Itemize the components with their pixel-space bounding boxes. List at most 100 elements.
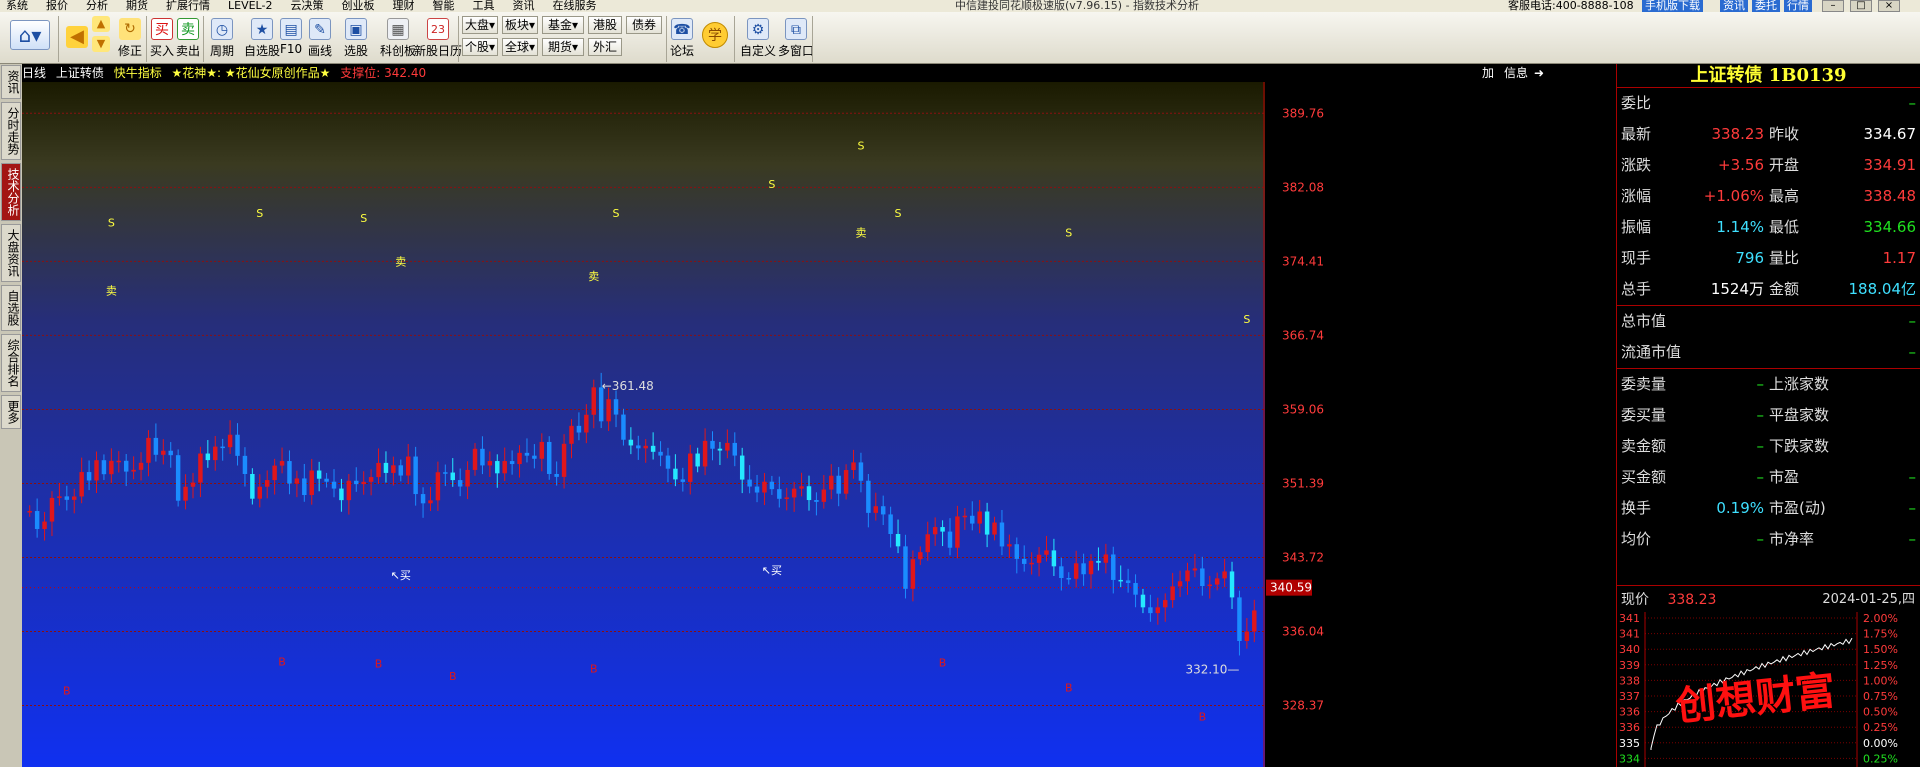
news-button[interactable]: 资讯 [1720,0,1748,12]
tab-news[interactable]: 资讯 [1,65,21,99]
menu-futures[interactable]: 期货 [120,0,160,12]
candle-body [27,511,32,513]
candle-body [1044,550,1049,555]
learn-button[interactable]: 学 [702,22,728,50]
quote-button[interactable]: 行情 [1784,0,1812,12]
quote-value: 1524万 [1710,280,1764,298]
trade-button[interactable]: 委托 [1752,0,1780,12]
draw-line-button[interactable]: ✎ 画线 [308,18,332,59]
menu-analysis[interactable]: 分析 [80,0,120,12]
period-label: 周期 [210,44,235,58]
customize-button[interactable]: ⚙ 自定义 [740,18,776,59]
candle-body [547,441,552,474]
quote-label: 流通市值 [1621,343,1682,361]
sector-button[interactable]: 板块▾ [502,16,538,34]
menu-smart[interactable]: 智能 [426,0,466,12]
candle-body [1081,563,1086,575]
star-market-button[interactable]: ▦ 科创板 [380,18,416,59]
menu-finance[interactable]: 理财 [386,0,426,12]
market-index-button[interactable]: 大盘▾ [462,16,498,34]
candle-body [361,481,366,485]
menu-online-service[interactable]: 在线服务 [546,0,608,12]
tab-ranking[interactable]: 综合排名 [1,334,21,392]
menu-cloud-decision[interactable]: 云决策 [284,0,335,12]
quote-row: 总市值 – [1617,306,1920,337]
tab-market-news[interactable]: 大盘资讯 [1,224,21,282]
refresh-button[interactable]: ↻ 修正 [118,18,142,59]
document-icon: ▤ [280,18,303,40]
quote-value: 338.48 [1863,187,1917,205]
tab-more[interactable]: 更多 [1,395,21,429]
multi-window-button[interactable]: ⧉ 多窗口 [778,18,814,59]
forex-button[interactable]: 外汇 [588,38,622,56]
tab-intraday[interactable]: 分时走势 [1,102,21,160]
close-window-button[interactable]: × [1878,0,1900,12]
individual-stock-button[interactable]: 个股▾ [462,38,498,56]
candlestick-chart[interactable]: SSSSSSSSSS卖卖卖卖↖买↖买BBBBBBBBBBB←361.48332.… [22,82,1550,767]
maximize-button[interactable]: □ [1850,0,1872,12]
candle-body [524,452,530,456]
candle-body [109,460,114,475]
candle-body [747,479,752,487]
candle-body [1148,607,1153,614]
quote-label: 最高 [1769,187,1800,205]
candle-body [509,461,515,465]
home-button[interactable]: ⌂▾ [10,20,50,52]
menu-system[interactable]: 系统 [0,0,40,12]
menu-tools[interactable]: 工具 [466,0,506,12]
candle-body [895,534,901,547]
sell-button[interactable]: 卖 卖出 [176,18,200,59]
stock-screener-button[interactable]: ▣ 选股 [344,18,368,59]
fund-button[interactable]: 基金▾ [542,16,584,34]
f10-button[interactable]: ▤ F10 [280,18,302,56]
candle-body [717,448,723,451]
candle-body [539,441,545,459]
hk-stock-button[interactable]: 港股 [588,16,622,34]
sell-signal-marker: S [1065,226,1072,239]
mini-right-tick: 1.25% [1863,659,1898,672]
candle-body [101,460,107,475]
support-level: 支撑位: 342.40 [340,66,427,80]
candle-body [739,455,745,480]
global-button[interactable]: 全球▾ [502,38,538,56]
sell-signal-marker: 卖 [855,226,866,239]
sell-signal-marker: S [256,207,263,220]
ipo-calendar-button[interactable]: 23 新股日历 [414,18,462,59]
candle-body [628,439,634,446]
back-button[interactable]: ◀ [66,26,88,50]
tab-watchlist[interactable]: 自选股 [1,285,21,331]
candle-body [836,475,841,494]
menu-quote[interactable]: 报价 [40,0,80,12]
up-button[interactable]: ▲ [92,16,110,34]
forum-button[interactable]: ☎ 论坛 [670,18,694,59]
menu-chinext[interactable]: 创业板 [335,0,386,12]
menu-news[interactable]: 资讯 [506,0,546,12]
indicator-name[interactable]: 快牛指标 [114,66,162,80]
candle-body [331,481,337,489]
mini-intraday-chart[interactable]: 现价 338.23 2024-01-25,四 341 2.00% 341 1.75% 3… [1617,585,1920,767]
quote-value: – [1908,468,1917,486]
quote-row: 振幅 1.14% 最低 334.66 [1617,212,1920,243]
mobile-download-button[interactable]: 手机版下载 [1642,0,1703,12]
add-indicator-button[interactable]: 加 [1482,64,1494,82]
learn-icon: 学 [702,22,728,48]
buy-button[interactable]: 买 买入 [150,18,174,59]
candle-body [1163,600,1168,608]
info-button[interactable]: 信息 [1504,64,1528,82]
menu-extended-quotes[interactable]: 扩展行情 [160,0,222,12]
minimize-button[interactable]: – [1822,0,1844,12]
bond-button[interactable]: 债券 [626,16,662,34]
period-label[interactable]: 日线 [22,66,46,80]
watchlist-button[interactable]: ★ 自选股 [244,18,280,59]
quote-value: +1.06% [1703,187,1764,205]
kline-chart-panel[interactable]: 日线 上证转债 快牛指标 ★花神★: ★花仙女原创作品★ 支撑位: 342.40… [22,64,1550,767]
board-icon: ▦ [387,18,409,40]
down-button[interactable]: ▼ [92,36,110,54]
menu-level2[interactable]: LEVEL-2 [222,0,284,12]
period-button[interactable]: ◷ 周期 [210,18,234,59]
tab-technical-analysis[interactable]: 技术分析 [1,163,21,221]
candle-body [257,486,263,499]
quote-label: 平盘家数 [1769,406,1830,424]
futures-button[interactable]: 期货▾ [542,38,584,56]
expand-icon[interactable]: ➜ [1534,64,1544,82]
